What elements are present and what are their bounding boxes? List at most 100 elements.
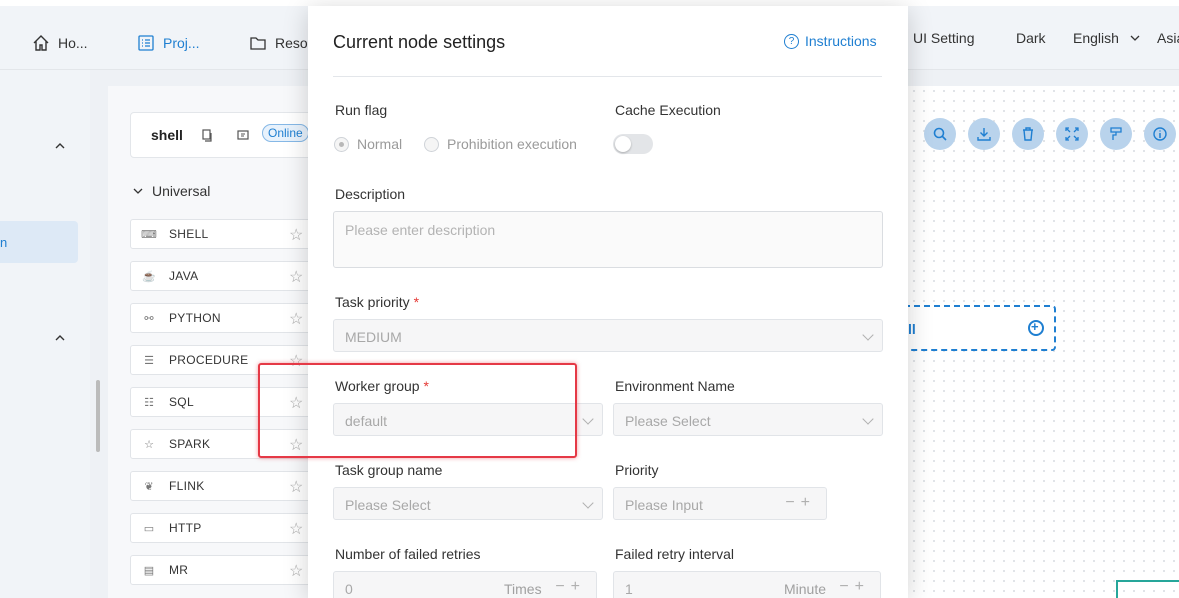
stepper-controls[interactable]: −+	[555, 578, 586, 596]
search-icon	[933, 127, 947, 141]
chevron-down-icon	[133, 188, 143, 194]
stepper-controls[interactable]: −+	[785, 494, 816, 512]
folder-icon	[250, 37, 266, 50]
radio-prohibition[interactable]: Prohibition execution	[424, 136, 577, 152]
version-icon[interactable]	[237, 129, 251, 142]
radio-circle	[334, 136, 349, 152]
star-icon[interactable]: ☆	[289, 309, 303, 329]
task-item-python[interactable]: ⚯ PYTHON ☆	[130, 303, 320, 333]
java-icon: ☕	[142, 270, 156, 283]
home-icon	[33, 35, 49, 51]
chevron-up-icon[interactable]	[54, 140, 66, 152]
environment-label: Environment Name	[615, 378, 735, 394]
star-icon[interactable]: ☆	[289, 519, 303, 539]
star-icon[interactable]: ☆	[289, 477, 303, 497]
sidebar-scrollbar[interactable]	[96, 380, 100, 452]
workflow-name: shell	[151, 127, 183, 143]
task-label: SPARK	[169, 437, 211, 451]
task-item-http[interactable]: ▭ HTTP ☆	[130, 513, 320, 543]
terminal-icon: ⌨	[141, 228, 157, 241]
failed-retries-label: Number of failed retries	[335, 546, 481, 562]
radio-circle	[424, 136, 439, 152]
task-item-flink[interactable]: ❦ FLINK ☆	[130, 471, 320, 501]
nav-project-label: Proj...	[163, 35, 200, 51]
ui-setting-link[interactable]: UI Setting	[913, 30, 974, 46]
task-item-java[interactable]: ☕ JAVA ☆	[130, 261, 320, 291]
star-icon[interactable]: ☆	[289, 225, 303, 245]
task-label: SHELL	[169, 227, 209, 241]
chevron-down-icon	[1130, 35, 1140, 41]
label-text: Task priority	[335, 294, 410, 310]
task-item-mr[interactable]: ▤ MR ☆	[130, 555, 320, 585]
fullscreen-button[interactable]	[1056, 118, 1088, 150]
task-group-label: Task group name	[335, 462, 443, 478]
modal-title: Current node settings	[333, 32, 506, 52]
node-label: ll	[908, 321, 916, 337]
unit-label: Minute	[784, 581, 827, 597]
nav-resources[interactable]: Reso	[249, 34, 308, 52]
task-label: JAVA	[169, 269, 199, 283]
select-placeholder: Please Select	[345, 497, 431, 513]
download-button[interactable]	[968, 118, 1000, 150]
retry-interval-stepper[interactable]: 1 Minute −+	[613, 571, 881, 598]
delete-button[interactable]	[1012, 118, 1044, 150]
failed-retries-stepper[interactable]: 0 Times −+	[333, 571, 597, 598]
description-input[interactable]: Please enter description	[333, 211, 883, 268]
copy-icon[interactable]	[201, 129, 213, 142]
task-label: FLINK	[169, 479, 205, 493]
task-priority-label: Task priority *	[335, 294, 419, 310]
sidebar-item-active[interactable]: n	[0, 221, 78, 263]
description-label: Description	[335, 186, 406, 202]
dag-node-shell[interactable]: ll	[900, 305, 1056, 351]
nav-home[interactable]: Ho...	[32, 34, 88, 52]
task-priority-select[interactable]: MEDIUM	[333, 319, 883, 352]
status-badge: Online	[262, 124, 309, 142]
priority-label: Priority	[615, 462, 659, 478]
search-button[interactable]	[924, 118, 956, 150]
chevron-down-icon	[862, 413, 874, 425]
star-icon[interactable]: ☆	[289, 267, 303, 287]
nav-project[interactable]: Proj...	[137, 34, 200, 52]
language-select[interactable]: English	[1073, 30, 1141, 46]
sql-icon: ☷	[144, 396, 154, 409]
chevron-down-icon	[582, 413, 594, 425]
timezone-select[interactable]: Asia	[1157, 30, 1179, 46]
run-flag-label: Run flag	[335, 102, 388, 118]
sidebar-item-label: n	[0, 235, 8, 250]
info-button[interactable]	[1144, 118, 1176, 150]
environment-select[interactable]: Please Select	[613, 403, 883, 436]
minimap[interactable]	[1116, 580, 1179, 598]
mr-icon: ▤	[143, 564, 155, 577]
task-group-select[interactable]: Please Select	[333, 487, 603, 520]
info-icon	[1153, 127, 1167, 141]
instructions-link[interactable]: ? Instructions	[784, 33, 877, 49]
task-item-shell[interactable]: ⌨ SHELL ☆	[130, 219, 320, 249]
star-icon[interactable]: ☆	[289, 561, 303, 581]
http-icon: ▭	[143, 522, 155, 535]
nav-home-label: Ho...	[58, 35, 88, 51]
add-circle-icon[interactable]	[1028, 319, 1044, 336]
category-universal[interactable]: Universal	[132, 183, 210, 199]
chevron-up-icon[interactable]	[54, 332, 66, 344]
stepper-placeholder: Please Input	[625, 497, 703, 513]
radio-normal[interactable]: Normal	[334, 136, 402, 152]
radio-label: Normal	[357, 136, 403, 152]
stepper-value: 0	[345, 581, 353, 597]
task-label: PYTHON	[169, 311, 221, 325]
theme-toggle[interactable]: Dark	[1016, 30, 1046, 46]
cache-execution-label: Cache Execution	[615, 102, 721, 118]
retry-interval-label: Failed retry interval	[615, 546, 735, 562]
node-settings-drawer: Current node settings ? Instructions Run…	[308, 6, 908, 598]
spark-icon: ☆	[144, 438, 154, 451]
format-button[interactable]	[1100, 118, 1132, 150]
chevron-down-icon	[582, 497, 594, 509]
chevron-down-icon	[862, 329, 874, 341]
task-label: HTTP	[169, 521, 202, 535]
project-icon	[138, 35, 154, 51]
cache-execution-toggle[interactable]	[613, 134, 653, 154]
priority-stepper[interactable]: Please Input −+	[613, 487, 827, 520]
stepper-controls[interactable]: −+	[839, 578, 870, 596]
stepper-value: 1	[625, 581, 633, 597]
format-icon	[1110, 127, 1122, 140]
left-sidebar	[0, 70, 90, 598]
